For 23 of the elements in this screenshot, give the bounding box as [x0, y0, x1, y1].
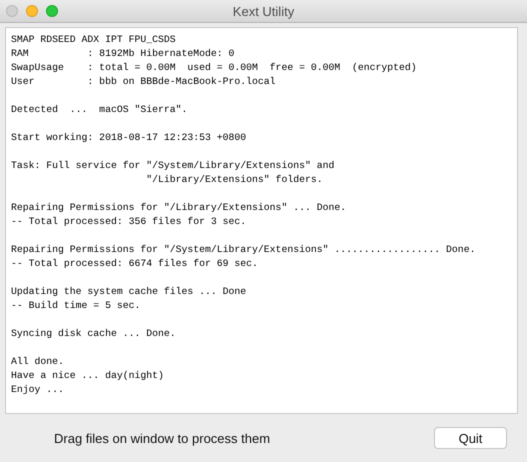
log-line: Repairing Permissions for "/System/Library/Extensions" .................. Done.	[11, 243, 476, 257]
log-line: -- Build time = 5 sec.	[11, 299, 140, 313]
log-line: SMAP RDSEED ADX IPT FPU_CSDS	[11, 33, 176, 47]
log-line: Enjoy ...	[11, 383, 64, 397]
log-line: "/Library/Extensions" folders.	[145, 173, 323, 187]
log-line: Start working: 2018-08-17 12:23:53 +0800	[11, 131, 246, 145]
log-line: Task: Full service for "/System/Library/Extensions" and	[11, 159, 334, 173]
log-line: User : bbb on BBBde-MacBook-Pro.local	[11, 75, 276, 89]
log-line: Have a nice ... day(night)	[11, 369, 164, 383]
log-line: All done.	[11, 355, 64, 369]
log-line: SwapUsage : total = 0.00M used = 0.00M free = 0.00M (encrypted)	[11, 61, 417, 75]
drag-hint: Drag files on window to process them	[54, 430, 270, 446]
log-line: -- Total processed: 6674 files for 69 sec.	[11, 257, 258, 271]
log-line: Repairing Permissions for "/Library/Extensions" ... Done.	[11, 201, 346, 215]
minimize-button[interactable]	[26, 5, 38, 17]
quit-button[interactable]: Quit	[434, 427, 507, 449]
window-title: Kext Utility	[232, 4, 294, 18]
log-line: Updating the system cache files ... Done	[11, 285, 246, 299]
log-line: RAM : 8192Mb HibernateMode: 0	[11, 47, 234, 61]
log-line: Detected ... macOS "Sierra".	[11, 103, 188, 117]
log-line: Syncing disk cache ... Done.	[11, 327, 176, 341]
zoom-button[interactable]	[46, 5, 58, 17]
log-line: -- Total processed: 356 files for 3 sec.	[11, 215, 246, 229]
